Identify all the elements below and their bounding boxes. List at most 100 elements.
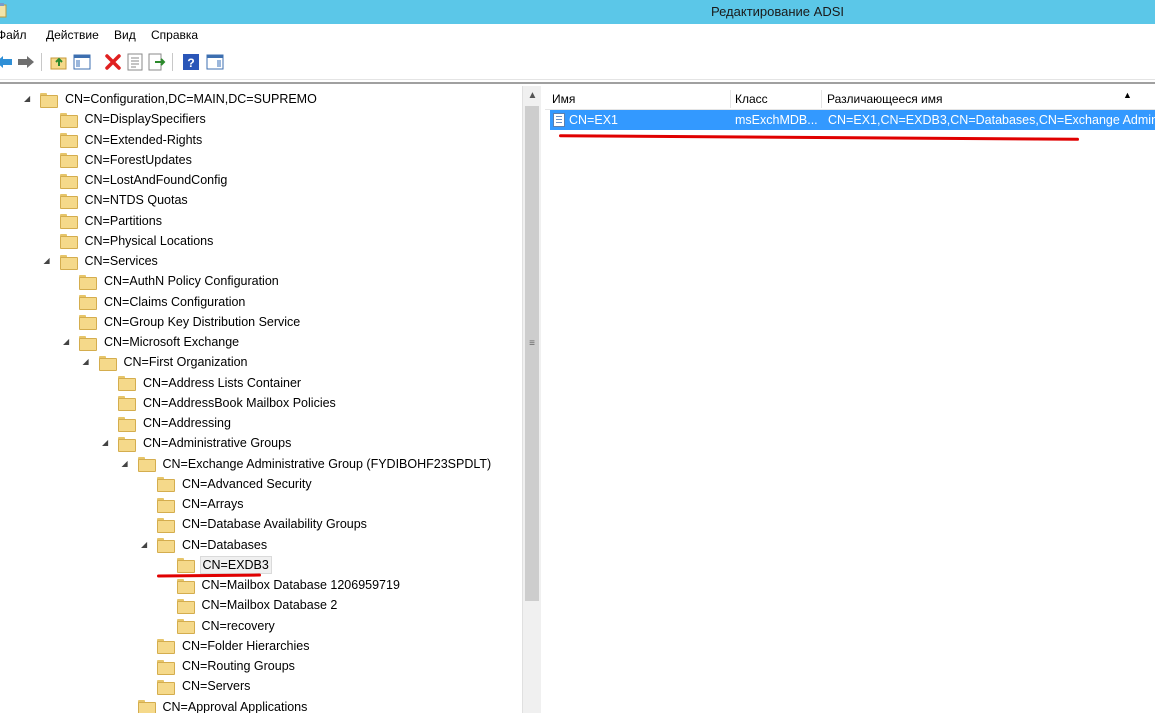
collapse-triangle-icon[interactable]: ◢ — [24, 94, 34, 104]
tree-item-label: CN=Extended-Rights — [84, 132, 203, 147]
tree-item[interactable]: CN=Physical Locations — [44, 231, 216, 251]
column-name[interactable]: Имя — [552, 92, 575, 106]
folder-icon — [157, 639, 175, 655]
tree-item[interactable]: CN=ForestUpdates — [44, 150, 194, 170]
tree-item-label: CN=Folder Hierarchies — [182, 638, 310, 653]
tree-item-label: CN=Approval Applications — [162, 699, 308, 713]
tree-item-label: CN=Servers — [182, 679, 251, 694]
export-icon[interactable] — [147, 52, 167, 72]
tree-item-label: CN=Database Availability Groups — [182, 517, 367, 532]
menu-file[interactable]: Файл — [0, 28, 27, 42]
collapse-triangle-icon[interactable]: ◢ — [122, 459, 132, 469]
tree-item[interactable]: ◢ CN=Services — [44, 251, 160, 271]
folder-icon — [59, 173, 78, 189]
collapse-triangle-icon[interactable]: ◢ — [63, 337, 73, 347]
expander-placeholder — [102, 398, 112, 408]
tree-item-label: CN=Configuration,DC=MAIN,DC=SUPREMO — [65, 92, 317, 106]
folder-icon — [157, 679, 175, 695]
folder-icon — [79, 274, 97, 290]
column-class[interactable]: Класс — [735, 92, 768, 106]
expander-placeholder — [44, 114, 54, 124]
forward-arrow-icon[interactable] — [16, 52, 36, 72]
folder-icon — [59, 133, 78, 148]
tree-item[interactable]: CN=LostAndFoundConfig — [44, 170, 230, 190]
tree-item[interactable]: ◢ CN=Administrative Groups — [102, 433, 293, 453]
tree-item[interactable]: CN=DisplaySpecifiers — [44, 109, 208, 129]
tree-item-label: CN=Partitions — [84, 213, 162, 228]
scroll-up-icon[interactable]: ▲ — [523, 90, 542, 104]
folder-icon — [59, 193, 78, 209]
up-folder-icon[interactable] — [49, 52, 69, 72]
tree-item[interactable]: CN=AuthN Policy Configuration — [63, 271, 281, 291]
tree-item-label: CN=recovery — [201, 618, 275, 633]
tree-item[interactable]: CN=Mailbox Database 2 — [161, 595, 340, 615]
tree-item[interactable]: ◢ CN=Databases — [141, 535, 269, 555]
tree-item-label: CN=Arrays — [182, 497, 244, 511]
expander-placeholder — [63, 317, 73, 327]
tree-item[interactable]: CN=Group Key Distribution Service — [63, 312, 302, 332]
tree-item[interactable]: ◢ CN=First Organization — [83, 352, 250, 372]
delete-icon[interactable] — [103, 52, 123, 72]
tree-item-label: CN=Routing Groups — [182, 659, 295, 673]
tree-item[interactable]: ◢ CN=Exchange Administrative Group (FYDIB… — [122, 454, 494, 474]
collapse-triangle-icon[interactable]: ◢ — [141, 540, 151, 550]
collapse-triangle-icon[interactable]: ◢ — [102, 438, 112, 448]
folder-icon — [98, 355, 117, 371]
folder-icon — [59, 112, 78, 128]
scroll-thumb[interactable]: ≡ — [525, 106, 539, 601]
tree-item[interactable]: CN=Claims Configuration — [63, 292, 247, 312]
pane-divider-top — [0, 82, 1155, 84]
expander-placeholder — [141, 479, 151, 489]
folder-icon — [157, 659, 175, 675]
scroll-grip-icon: ≡ — [529, 338, 535, 349]
tree-item[interactable]: CN=Approval Applications — [122, 697, 310, 713]
tree-item[interactable]: CN=Folder Hierarchies — [141, 636, 311, 656]
tree-item-label: CN=ForestUpdates — [84, 152, 192, 167]
expander-placeholder — [63, 297, 73, 307]
tree-item[interactable]: CN=Partitions — [44, 211, 164, 231]
tree-item[interactable]: CN=Routing Groups — [141, 656, 297, 676]
tree-item-label: CN=Databases — [182, 537, 268, 552]
tree-item[interactable]: CN=recovery — [161, 616, 277, 636]
tree-item[interactable]: CN=Address Lists Container — [102, 373, 303, 393]
menu-action[interactable]: Действие — [46, 28, 99, 42]
show-hide-tree-icon[interactable] — [72, 52, 92, 72]
show-hide-action-pane-icon[interactable] — [205, 52, 225, 72]
tree-item[interactable]: CN=EXDB3 — [161, 555, 272, 575]
tree-item[interactable]: CN=Servers — [141, 676, 252, 696]
collapse-triangle-icon[interactable]: ◢ — [44, 256, 54, 266]
folder-icon — [118, 436, 136, 452]
folder-icon — [118, 396, 136, 412]
tree-item-label: CN=AuthN Policy Configuration — [104, 274, 279, 289]
tree-item-label: CN=Microsoft Exchange — [104, 335, 240, 349]
menu-view[interactable]: Вид — [114, 28, 136, 42]
folder-icon — [118, 376, 136, 391]
expander-placeholder — [44, 155, 54, 165]
folder-icon — [59, 254, 78, 270]
collapse-triangle-icon[interactable]: ◢ — [83, 357, 93, 367]
column-distinguished-name[interactable]: Различающееся имя — [827, 92, 943, 106]
folder-icon — [157, 497, 175, 513]
help-icon[interactable]: ? — [181, 52, 201, 72]
table-row[interactable]: CN=EX1 msExchMDB... CN=EX1,CN=EXDB3,CN=D… — [550, 110, 1155, 130]
tree-item-label: CN=NTDS Quotas — [84, 193, 188, 208]
tree-item[interactable]: ◢ CN=Configuration,DC=MAIN,DC=SUPREMO — [24, 89, 319, 109]
tree-item[interactable]: CN=Arrays — [141, 494, 245, 514]
tree-item[interactable]: CN=Advanced Security — [141, 474, 314, 494]
back-arrow-icon[interactable] — [0, 52, 14, 72]
tree-item[interactable]: CN=NTDS Quotas — [44, 190, 190, 210]
folder-icon — [79, 335, 97, 351]
folder-icon — [79, 295, 97, 310]
tree-item[interactable]: ◢ CN=Microsoft Exchange — [63, 332, 241, 352]
cell-class: msExchMDB... — [735, 113, 818, 127]
tree-item-label: CN=Exchange Administrative Group (FYDIBO… — [162, 456, 492, 471]
tree-item[interactable]: CN=Addressing — [102, 413, 233, 433]
tree-item[interactable]: CN=AddressBook Mailbox Policies — [102, 393, 338, 413]
tree-item-label: CN=LostAndFoundConfig — [84, 173, 228, 187]
tree-item[interactable]: CN=Extended-Rights — [44, 130, 205, 150]
menu-help[interactable]: Справка — [151, 28, 198, 42]
tree-item[interactable]: CN=Database Availability Groups — [141, 514, 369, 534]
tree-item[interactable]: CN=Mailbox Database 1206959719 — [161, 575, 402, 595]
tree-scrollbar[interactable]: ▲ ≡ — [522, 86, 541, 713]
properties-icon[interactable] — [125, 52, 145, 72]
